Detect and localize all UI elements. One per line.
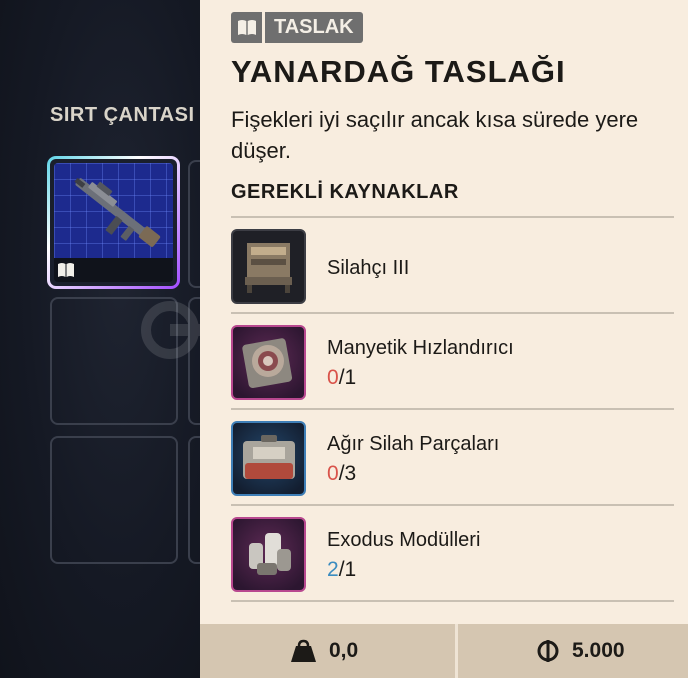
requirement-row[interactable]: Silahçı III — [231, 217, 674, 311]
book-icon — [231, 12, 262, 43]
requirement-count: 0/1 — [327, 366, 357, 389]
divider — [231, 600, 674, 602]
requirement-count: 2/1 — [327, 558, 357, 581]
backpack-panel: SIRT ÇANTASI — [0, 0, 240, 678]
divider — [455, 624, 458, 678]
accelerator-icon — [231, 325, 306, 400]
weight-value: 0,0 — [329, 639, 359, 662]
backpack-slot-partial[interactable] — [188, 436, 200, 564]
price-stat: 5.000 — [536, 624, 625, 678]
weight-icon — [291, 639, 316, 662]
requirement-name: Exodus Modülleri — [327, 529, 481, 551]
backpack-slot-selected[interactable] — [47, 156, 180, 289]
tag-label: TASLAK — [265, 12, 363, 43]
blueprint-tag: TASLAK — [231, 12, 363, 43]
requirement-row[interactable]: Ağır Silah Parçaları 0/3 — [231, 409, 674, 503]
backpack-slot-empty[interactable] — [50, 436, 178, 564]
requirement-name: Ağır Silah Parçaları — [327, 433, 500, 455]
book-icon — [58, 263, 74, 277]
item-detail-panel: TASLAK YANARDAĞ TASLAĞI Fişekleri iyi sa… — [200, 0, 688, 624]
item-description: Fişekleri iyi saçılır ancak kısa sürede … — [231, 107, 639, 163]
coin-icon — [537, 640, 559, 662]
requirements-heading: GEREKLİ KAYNAKLAR — [231, 181, 459, 203]
requirement-count: 0/3 — [327, 462, 357, 485]
parts-case-icon — [231, 421, 306, 496]
modules-icon — [231, 517, 306, 592]
backpack-title: SIRT ÇANTASI — [50, 104, 195, 126]
price-value: 5.000 — [572, 639, 625, 662]
item-title: YANARDAĞ TASLAĞI — [231, 54, 566, 89]
requirement-name: Manyetik Hızlandırıcı — [327, 337, 514, 359]
requirement-row[interactable]: Exodus Modülleri 2/1 — [231, 505, 674, 599]
requirement-name: Silahçı III — [327, 257, 410, 279]
requirement-row[interactable]: Manyetik Hızlandırıcı 0/1 — [231, 313, 674, 407]
backpack-slot-partial[interactable] — [188, 160, 200, 288]
item-stats-bar: 0,0 5.000 — [200, 624, 688, 678]
workbench-icon — [231, 229, 306, 304]
weight-stat: 0,0 — [290, 624, 358, 678]
rifle-icon — [74, 177, 161, 247]
